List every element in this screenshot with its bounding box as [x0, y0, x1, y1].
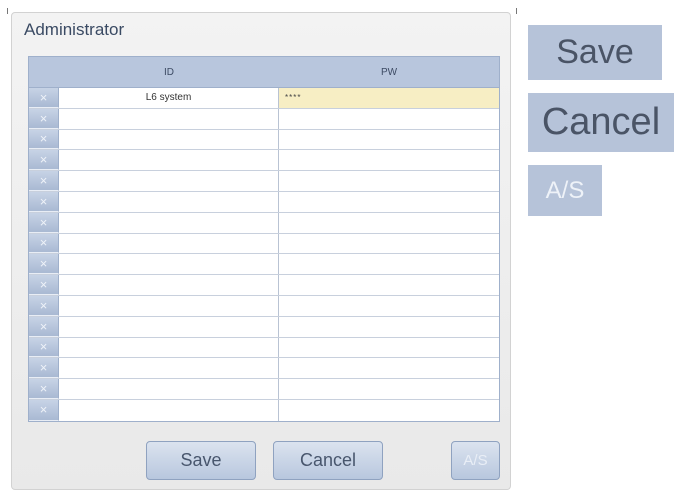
password-cell[interactable]	[279, 275, 499, 295]
password-cell[interactable]	[279, 358, 499, 378]
password-cell[interactable]	[279, 150, 499, 170]
id-cell[interactable]	[59, 150, 279, 171]
password-cell[interactable]	[279, 109, 499, 129]
password-cell[interactable]	[279, 213, 499, 233]
password-cell[interactable]	[279, 192, 499, 212]
table-row: ×	[29, 212, 499, 234]
corner-tick-right	[516, 8, 517, 14]
save-button-preview: Save	[528, 25, 662, 80]
header-delete-column	[29, 57, 59, 87]
table-row: ×	[29, 150, 499, 172]
table-row: × L6 system ****	[29, 88, 499, 109]
id-cell[interactable]	[59, 191, 279, 212]
id-cell[interactable]	[59, 399, 279, 421]
dialog-title: Administrator	[24, 20, 125, 39]
delete-row-icon[interactable]: ×	[29, 129, 59, 150]
delete-row-icon[interactable]: ×	[29, 379, 59, 399]
table-row: ×	[29, 275, 499, 296]
delete-row-icon[interactable]: ×	[29, 150, 59, 171]
header-pw: PW	[380, 66, 398, 78]
table-row: ×	[29, 337, 499, 359]
delete-row-icon[interactable]: ×	[29, 275, 59, 295]
cancel-button-preview: Cancel	[528, 93, 674, 152]
password-cell[interactable]	[279, 254, 499, 274]
table-row: ×	[29, 233, 499, 255]
delete-row-icon[interactable]: ×	[29, 108, 59, 129]
delete-row-icon[interactable]: ×	[29, 337, 59, 358]
id-cell[interactable]	[59, 233, 279, 254]
account-table: ID PW × L6 system **** × × × × × × × × × × × × × × ×	[28, 56, 500, 422]
delete-row-icon[interactable]: ×	[29, 191, 59, 212]
id-cell[interactable]	[59, 212, 279, 233]
delete-row-icon[interactable]: ×	[29, 295, 59, 316]
delete-row-icon[interactable]: ×	[29, 212, 59, 233]
table-row: ×	[29, 399, 499, 421]
password-cell[interactable]	[279, 379, 499, 399]
password-cell[interactable]	[279, 130, 499, 150]
id-cell[interactable]	[59, 129, 279, 150]
id-cell[interactable]: L6 system	[59, 88, 279, 108]
table-body: × L6 system **** × × × × × × × × × × × × × × ×	[29, 88, 499, 421]
id-cell[interactable]	[59, 337, 279, 358]
as-button[interactable]: A/S	[451, 441, 500, 480]
id-cell[interactable]	[59, 379, 279, 399]
table-row: ×	[29, 171, 499, 192]
cancel-button[interactable]: Cancel	[273, 441, 383, 480]
password-cell[interactable]	[279, 171, 499, 191]
table-row: ×	[29, 295, 499, 317]
id-cell[interactable]	[59, 295, 279, 316]
delete-row-icon[interactable]: ×	[29, 316, 59, 337]
password-cell[interactable]	[279, 338, 499, 358]
table-row: ×	[29, 316, 499, 338]
password-cell[interactable]: ****	[279, 88, 499, 108]
password-cell[interactable]	[279, 400, 499, 421]
id-cell[interactable]	[59, 254, 279, 275]
table-row: ×	[29, 379, 499, 400]
corner-tick-left	[7, 8, 8, 14]
id-cell[interactable]	[59, 108, 279, 129]
table-row: ×	[29, 358, 499, 380]
password-cell[interactable]	[279, 317, 499, 337]
id-cell[interactable]	[59, 171, 279, 191]
delete-row-icon[interactable]: ×	[29, 88, 59, 108]
delete-row-icon[interactable]: ×	[29, 399, 59, 421]
id-cell[interactable]	[59, 316, 279, 337]
id-cell[interactable]	[59, 358, 279, 379]
delete-row-icon[interactable]: ×	[29, 358, 59, 379]
table-row: ×	[29, 129, 499, 151]
password-cell[interactable]	[279, 296, 499, 316]
delete-row-icon[interactable]: ×	[29, 254, 59, 275]
table-row: ×	[29, 254, 499, 276]
table-row: ×	[29, 191, 499, 213]
as-button-preview: A/S	[528, 165, 602, 216]
id-cell[interactable]	[59, 275, 279, 295]
password-cell[interactable]	[279, 234, 499, 254]
table-header: ID PW	[29, 57, 499, 88]
table-row: ×	[29, 108, 499, 130]
delete-row-icon[interactable]: ×	[29, 233, 59, 254]
delete-row-icon[interactable]: ×	[29, 171, 59, 191]
header-id: ID	[164, 66, 174, 78]
save-button[interactable]: Save	[146, 441, 256, 480]
